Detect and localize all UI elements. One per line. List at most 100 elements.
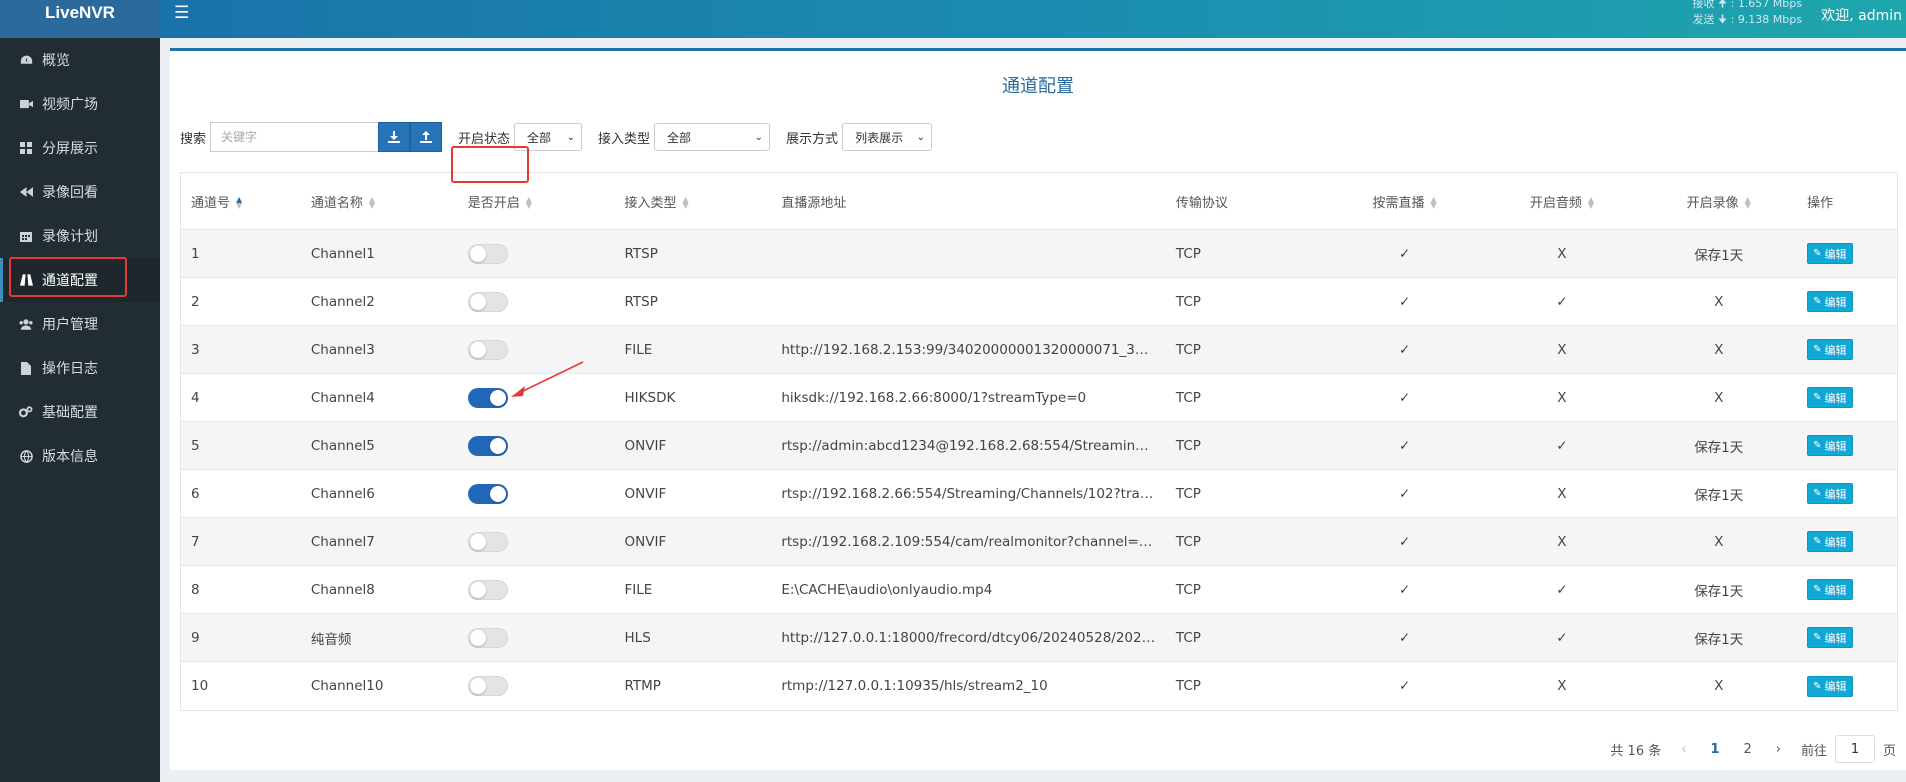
edit-icon: ✎ (1813, 392, 1822, 403)
search-input[interactable] (210, 122, 379, 152)
page-1-button[interactable]: 1 (1710, 742, 1719, 757)
edit-icon: ✎ (1813, 584, 1822, 595)
col-header-id[interactable]: 通道号 ▲ ▼ (181, 192, 301, 211)
edit-button[interactable]: ✎ 编辑 (1807, 627, 1853, 648)
channel-name: Channel5 (310, 437, 375, 454)
sidebar-item-user-management[interactable]: 用户管理 (0, 302, 160, 346)
enabled-toggle[interactable] (467, 676, 508, 696)
grid-icon (18, 140, 34, 156)
toggle-knob (469, 293, 486, 310)
enabled-cell (458, 243, 615, 264)
edit-button[interactable]: ✎ 编辑 (1807, 675, 1853, 697)
col-header-ondemand[interactable]: 按需直播 ▲ ▼ (1326, 192, 1484, 211)
audio-status: X (1557, 389, 1567, 406)
edit-button[interactable]: ✎ 编辑 (1807, 483, 1853, 504)
app-logo[interactable]: LiveNVR (0, 0, 160, 38)
enabled-toggle[interactable] (467, 531, 508, 552)
access-type: HLS (624, 629, 651, 646)
status-filter-select[interactable]: 全部 ⌄ (514, 123, 583, 151)
sidebar-item-label: 录像回看 (42, 185, 98, 201)
channel-id: 6 (191, 485, 200, 502)
ondemand-status: ✓ (1398, 678, 1411, 694)
col-header-audio[interactable]: 开启音频 ▲ ▼ (1484, 192, 1641, 211)
channel-id: 1 (191, 245, 200, 262)
channel-id: 8 (191, 581, 200, 598)
record-status: 保存1天 (1694, 583, 1744, 600)
sidebar-item-basic-config[interactable]: 基础配置 (0, 390, 160, 434)
send-stat: 发送 🠋 : 9.138 Mbps (1692, 13, 1803, 26)
edit-button[interactable]: ✎ 编辑 (1807, 291, 1853, 312)
edit-button[interactable]: ✎ 编辑 (1807, 243, 1853, 264)
transport-protocol: TCP (1175, 485, 1201, 502)
sidebar-item-label: 录像计划 (42, 229, 98, 245)
enabled-toggle[interactable] (467, 483, 508, 504)
transport-protocol: TCP (1175, 678, 1201, 694)
video-camera-icon (18, 96, 34, 112)
channel-name: Channel6 (310, 485, 375, 502)
transport-protocol: TCP (1175, 533, 1201, 550)
table-row: 10 Channel10 RTMP rtmp://127.0.0.1:10935/hl… (181, 662, 1897, 710)
edit-button[interactable]: ✎ 编辑 (1807, 435, 1853, 456)
enabled-toggle[interactable] (467, 387, 508, 408)
record-status: X (1714, 389, 1724, 406)
col-header-type[interactable]: 接入类型 ▲ ▼ (615, 192, 772, 211)
sidebar-item-video-square[interactable]: 视频广场 (0, 82, 160, 126)
bottom-strip (170, 770, 1906, 782)
upload-button[interactable] (410, 122, 443, 152)
access-type: RTSP (624, 245, 658, 262)
enabled-toggle[interactable] (467, 579, 508, 600)
sidebar-item-channel-config[interactable]: 通道配置 (0, 258, 160, 302)
ondemand-status: ✓ (1398, 485, 1411, 502)
hamburger-icon[interactable]: ☰ (174, 5, 189, 22)
sidebar-item-overview[interactable]: 概览 (0, 38, 160, 82)
page-2-button[interactable]: 2 (1743, 742, 1751, 757)
enabled-toggle[interactable] (467, 291, 508, 312)
col-header-name[interactable]: 通道名称 ▲ ▼ (301, 192, 458, 211)
transport-protocol: TCP (1175, 629, 1201, 646)
enabled-toggle[interactable] (467, 435, 508, 456)
edit-label: 编辑 (1824, 535, 1847, 549)
actions-cell: ✎ 编辑 (1797, 483, 1897, 504)
toggle-knob (469, 678, 486, 694)
enabled-toggle[interactable] (467, 339, 508, 360)
enabled-toggle[interactable] (467, 243, 508, 264)
total-count: 共 16 条 (1610, 743, 1662, 759)
audio-status: X (1557, 485, 1567, 502)
goto-page-input[interactable] (1834, 735, 1875, 763)
col-header-enabled[interactable]: 是否开启 ▲ ▼ (458, 192, 615, 211)
edit-button[interactable]: ✎ 编辑 (1807, 579, 1853, 600)
toggle-knob (489, 485, 506, 502)
enabled-toggle[interactable] (467, 627, 508, 648)
sidebar-item-playback[interactable]: 录像回看 (0, 170, 160, 214)
download-button[interactable] (378, 122, 411, 152)
col-header-record[interactable]: 开启录像 ▲ ▼ (1640, 192, 1797, 211)
record-status: X (1714, 678, 1724, 694)
enabled-cell (458, 627, 615, 648)
edit-icon: ✎ (1813, 680, 1822, 692)
toggle-knob (469, 245, 486, 262)
record-status: 保存1天 (1694, 631, 1744, 648)
transport-protocol: TCP (1175, 245, 1201, 262)
sidebar-item-record-plan[interactable]: 录像计划 (0, 214, 160, 258)
sort-icon: ▲ ▼ (1587, 195, 1594, 210)
sidebar-item-split-screen[interactable]: 分屏展示 (0, 126, 160, 170)
col-header-actions: 操作 (1807, 195, 1834, 211)
audio-status: X (1557, 533, 1567, 550)
edit-button[interactable]: ✎ 编辑 (1807, 387, 1853, 408)
welcome-user-menu[interactable]: 欢迎, admin (1821, 5, 1902, 25)
edit-button[interactable]: ✎ 编辑 (1807, 531, 1853, 552)
edit-button[interactable]: ✎ 编辑 (1807, 339, 1853, 360)
enabled-cell (458, 579, 615, 600)
transport-protocol: TCP (1175, 293, 1201, 310)
prev-page-button[interactable]: ‹ (1681, 742, 1686, 757)
status-filter-value: 全部 (527, 130, 552, 145)
channel-name: Channel1 (310, 245, 375, 262)
sidebar-item-operation-log[interactable]: 操作日志 (0, 346, 160, 390)
sidebar-item-version-info[interactable]: 版本信息 (0, 434, 160, 478)
toggle-knob (469, 533, 486, 550)
next-page-button[interactable]: › (1776, 742, 1781, 757)
type-filter-select[interactable]: 全部 ⌄ (654, 123, 771, 151)
actions-cell: ✎ 编辑 (1797, 435, 1897, 456)
sidebar-item-label: 版本信息 (42, 449, 98, 465)
display-mode-select[interactable]: 列表展示 ⌄ (842, 123, 933, 151)
